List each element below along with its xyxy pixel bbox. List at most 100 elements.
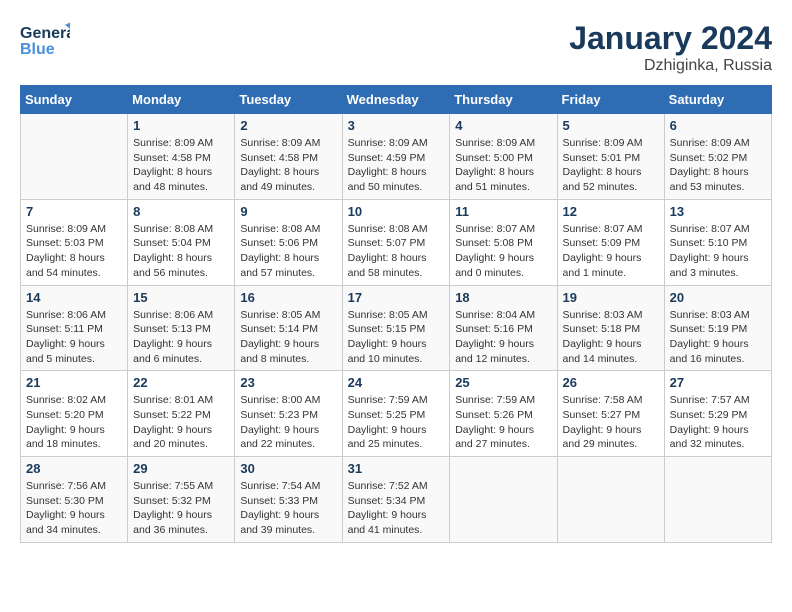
calendar-cell: 7Sunrise: 8:09 AMSunset: 5:03 PMDaylight… xyxy=(21,199,128,285)
svg-text:Blue: Blue xyxy=(20,41,55,58)
day-info: Sunrise: 7:52 AMSunset: 5:34 PMDaylight:… xyxy=(348,479,445,538)
day-info: Sunrise: 8:02 AMSunset: 5:20 PMDaylight:… xyxy=(26,393,122,452)
calendar-cell: 9 Sunrise: 8:08 AMSunset: 5:06 PMDaylight… xyxy=(235,199,342,285)
calendar-cell: 1 Sunrise: 8:09 AMSunset: 4:58 PMDaylight… xyxy=(128,114,235,200)
day-number: 21 xyxy=(26,375,122,390)
day-number: 16 xyxy=(240,290,336,305)
calendar-cell: 31 Sunrise: 7:52 AMSunset: 5:34 PMDayligh… xyxy=(342,457,450,543)
calendar-cell: 26Sunrise: 7:58 AMSunset: 5:27 PMDayligh… xyxy=(557,371,664,457)
day-info: Sunrise: 8:00 AMSunset: 5:23 PMDaylight:… xyxy=(240,393,336,452)
day-info: Sunrise: 8:06 AMSunset: 5:13 PMDaylight:… xyxy=(133,308,229,367)
calendar-week-2: 7Sunrise: 8:09 AMSunset: 5:03 PMDaylight… xyxy=(21,199,772,285)
calendar-cell: 8 Sunrise: 8:08 AMSunset: 5:04 PMDaylight… xyxy=(128,199,235,285)
day-info: Sunrise: 8:08 AMSunset: 5:06 PMDaylight:… xyxy=(240,222,336,281)
calendar-cell: 21 Sunrise: 8:02 AMSunset: 5:20 PMDayligh… xyxy=(21,371,128,457)
calendar-header-row: Sunday Monday Tuesday Wednesday Thursday… xyxy=(21,86,772,114)
calendar-cell: 6Sunrise: 8:09 AMSunset: 5:02 PMDaylight… xyxy=(664,114,771,200)
month-year-title: January 2024 xyxy=(569,20,772,57)
svg-text:General: General xyxy=(20,25,70,42)
logo: General Blue xyxy=(20,20,70,60)
calendar-cell: 24 Sunrise: 7:59 AMSunset: 5:25 PMDayligh… xyxy=(342,371,450,457)
calendar-cell: 30 Sunrise: 7:54 AMSunset: 5:33 PMDayligh… xyxy=(235,457,342,543)
calendar-cell: 17 Sunrise: 8:05 AMSunset: 5:15 PMDayligh… xyxy=(342,285,450,371)
day-number: 25 xyxy=(455,375,551,390)
day-number: 31 xyxy=(348,461,445,476)
calendar-cell: 15 Sunrise: 8:06 AMSunset: 5:13 PMDayligh… xyxy=(128,285,235,371)
calendar-cell: 2 Sunrise: 8:09 AMSunset: 4:58 PMDaylight… xyxy=(235,114,342,200)
col-friday: Friday xyxy=(557,86,664,114)
day-info: Sunrise: 8:07 AMSunset: 5:08 PMDaylight:… xyxy=(455,222,551,281)
calendar-week-1: 1 Sunrise: 8:09 AMSunset: 4:58 PMDaylight… xyxy=(21,114,772,200)
day-info: Sunrise: 7:56 AMSunset: 5:30 PMDaylight:… xyxy=(26,479,122,538)
day-number: 11 xyxy=(455,204,551,219)
col-tuesday: Tuesday xyxy=(235,86,342,114)
day-number: 7 xyxy=(26,204,122,219)
day-info: Sunrise: 7:59 AMSunset: 5:25 PMDaylight:… xyxy=(348,393,445,452)
col-monday: Monday xyxy=(128,86,235,114)
col-wednesday: Wednesday xyxy=(342,86,450,114)
day-info: Sunrise: 8:06 AMSunset: 5:11 PMDaylight:… xyxy=(26,308,122,367)
day-info: Sunrise: 8:09 AMSunset: 4:58 PMDaylight:… xyxy=(133,136,229,195)
calendar-table: Sunday Monday Tuesday Wednesday Thursday… xyxy=(20,85,772,543)
calendar-cell: 10 Sunrise: 8:08 AMSunset: 5:07 PMDayligh… xyxy=(342,199,450,285)
day-number: 22 xyxy=(133,375,229,390)
day-info: Sunrise: 8:08 AMSunset: 5:04 PMDaylight:… xyxy=(133,222,229,281)
day-info: Sunrise: 8:09 AMSunset: 4:58 PMDaylight:… xyxy=(240,136,336,195)
calendar-week-3: 14 Sunrise: 8:06 AMSunset: 5:11 PMDayligh… xyxy=(21,285,772,371)
day-number: 1 xyxy=(133,118,229,133)
col-saturday: Saturday xyxy=(664,86,771,114)
day-number: 28 xyxy=(26,461,122,476)
day-info: Sunrise: 8:05 AMSunset: 5:14 PMDaylight:… xyxy=(240,308,336,367)
day-info: Sunrise: 8:09 AMSunset: 5:02 PMDaylight:… xyxy=(670,136,766,195)
calendar-cell: 25Sunrise: 7:59 AMSunset: 5:26 PMDayligh… xyxy=(450,371,557,457)
day-info: Sunrise: 8:09 AMSunset: 5:01 PMDaylight:… xyxy=(563,136,659,195)
calendar-week-5: 28 Sunrise: 7:56 AMSunset: 5:30 PMDayligh… xyxy=(21,457,772,543)
calendar-cell: 28 Sunrise: 7:56 AMSunset: 5:30 PMDayligh… xyxy=(21,457,128,543)
calendar-cell xyxy=(21,114,128,200)
calendar-cell: 19 Sunrise: 8:03 AMSunset: 5:18 PMDayligh… xyxy=(557,285,664,371)
day-number: 3 xyxy=(348,118,445,133)
calendar-cell: 14 Sunrise: 8:06 AMSunset: 5:11 PMDayligh… xyxy=(21,285,128,371)
calendar-cell: 18Sunrise: 8:04 AMSunset: 5:16 PMDayligh… xyxy=(450,285,557,371)
day-number: 2 xyxy=(240,118,336,133)
calendar-week-4: 21 Sunrise: 8:02 AMSunset: 5:20 PMDayligh… xyxy=(21,371,772,457)
day-number: 15 xyxy=(133,290,229,305)
page-header: General Blue January 2024 Dzhiginka, Rus… xyxy=(20,20,772,75)
calendar-cell: 22Sunrise: 8:01 AMSunset: 5:22 PMDayligh… xyxy=(128,371,235,457)
calendar-cell xyxy=(557,457,664,543)
calendar-cell: 12Sunrise: 8:07 AMSunset: 5:09 PMDayligh… xyxy=(557,199,664,285)
calendar-cell: 16 Sunrise: 8:05 AMSunset: 5:14 PMDayligh… xyxy=(235,285,342,371)
day-number: 10 xyxy=(348,204,445,219)
calendar-cell xyxy=(664,457,771,543)
day-number: 29 xyxy=(133,461,229,476)
day-info: Sunrise: 8:09 AMSunset: 5:00 PMDaylight:… xyxy=(455,136,551,195)
day-number: 19 xyxy=(563,290,659,305)
day-info: Sunrise: 8:04 AMSunset: 5:16 PMDaylight:… xyxy=(455,308,551,367)
day-number: 4 xyxy=(455,118,551,133)
day-number: 27 xyxy=(670,375,766,390)
day-number: 9 xyxy=(240,204,336,219)
day-number: 13 xyxy=(670,204,766,219)
day-number: 26 xyxy=(563,375,659,390)
calendar-cell: 20Sunrise: 8:03 AMSunset: 5:19 PMDayligh… xyxy=(664,285,771,371)
day-number: 8 xyxy=(133,204,229,219)
day-number: 14 xyxy=(26,290,122,305)
day-info: Sunrise: 8:05 AMSunset: 5:15 PMDaylight:… xyxy=(348,308,445,367)
location-label: Dzhiginka, Russia xyxy=(569,57,772,75)
calendar-cell: 13Sunrise: 8:07 AMSunset: 5:10 PMDayligh… xyxy=(664,199,771,285)
day-info: Sunrise: 8:08 AMSunset: 5:07 PMDaylight:… xyxy=(348,222,445,281)
day-number: 30 xyxy=(240,461,336,476)
calendar-cell: 3 Sunrise: 8:09 AMSunset: 4:59 PMDaylight… xyxy=(342,114,450,200)
day-info: Sunrise: 7:57 AMSunset: 5:29 PMDaylight:… xyxy=(670,393,766,452)
calendar-cell: 27 Sunrise: 7:57 AMSunset: 5:29 PMDayligh… xyxy=(664,371,771,457)
col-sunday: Sunday xyxy=(21,86,128,114)
day-info: Sunrise: 8:03 AMSunset: 5:19 PMDaylight:… xyxy=(670,308,766,367)
day-number: 24 xyxy=(348,375,445,390)
calendar-cell: 5Sunrise: 8:09 AMSunset: 5:01 PMDaylight… xyxy=(557,114,664,200)
day-info: Sunrise: 8:09 AMSunset: 4:59 PMDaylight:… xyxy=(348,136,445,195)
day-info: Sunrise: 8:03 AMSunset: 5:18 PMDaylight:… xyxy=(563,308,659,367)
calendar-cell: 4 Sunrise: 8:09 AMSunset: 5:00 PMDaylight… xyxy=(450,114,557,200)
day-number: 17 xyxy=(348,290,445,305)
title-block: January 2024 Dzhiginka, Russia xyxy=(569,20,772,75)
day-info: Sunrise: 7:54 AMSunset: 5:33 PMDaylight:… xyxy=(240,479,336,538)
